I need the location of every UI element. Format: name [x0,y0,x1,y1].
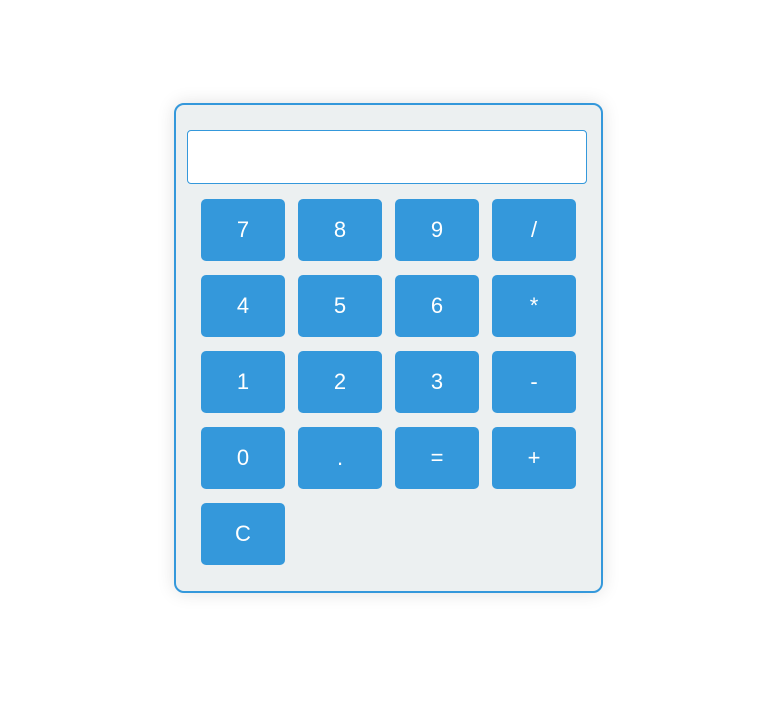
key-8-button[interactable]: 8 [298,199,382,261]
key-6-button[interactable]: 6 [395,275,479,337]
clear-button[interactable]: C [201,503,285,565]
key-9-button[interactable]: 9 [395,199,479,261]
subtract-button[interactable]: - [492,351,576,413]
equals-button[interactable]: = [395,427,479,489]
key-5-button[interactable]: 5 [298,275,382,337]
key-0-button[interactable]: 0 [201,427,285,489]
add-button[interactable]: + [492,427,576,489]
key-3-button[interactable]: 3 [395,351,479,413]
divide-button[interactable]: / [492,199,576,261]
key-4-button[interactable]: 4 [201,275,285,337]
calculator-panel: 7 8 9 / 4 5 6 * 1 2 3 - 0 . = + C [174,103,603,593]
multiply-button[interactable]: * [492,275,576,337]
key-7-button[interactable]: 7 [201,199,285,261]
key-2-button[interactable]: 2 [298,351,382,413]
key-1-button[interactable]: 1 [201,351,285,413]
keypad: 7 8 9 / 4 5 6 * 1 2 3 - 0 . = + C [201,199,576,565]
calculator-display[interactable] [187,130,587,184]
decimal-button[interactable]: . [298,427,382,489]
